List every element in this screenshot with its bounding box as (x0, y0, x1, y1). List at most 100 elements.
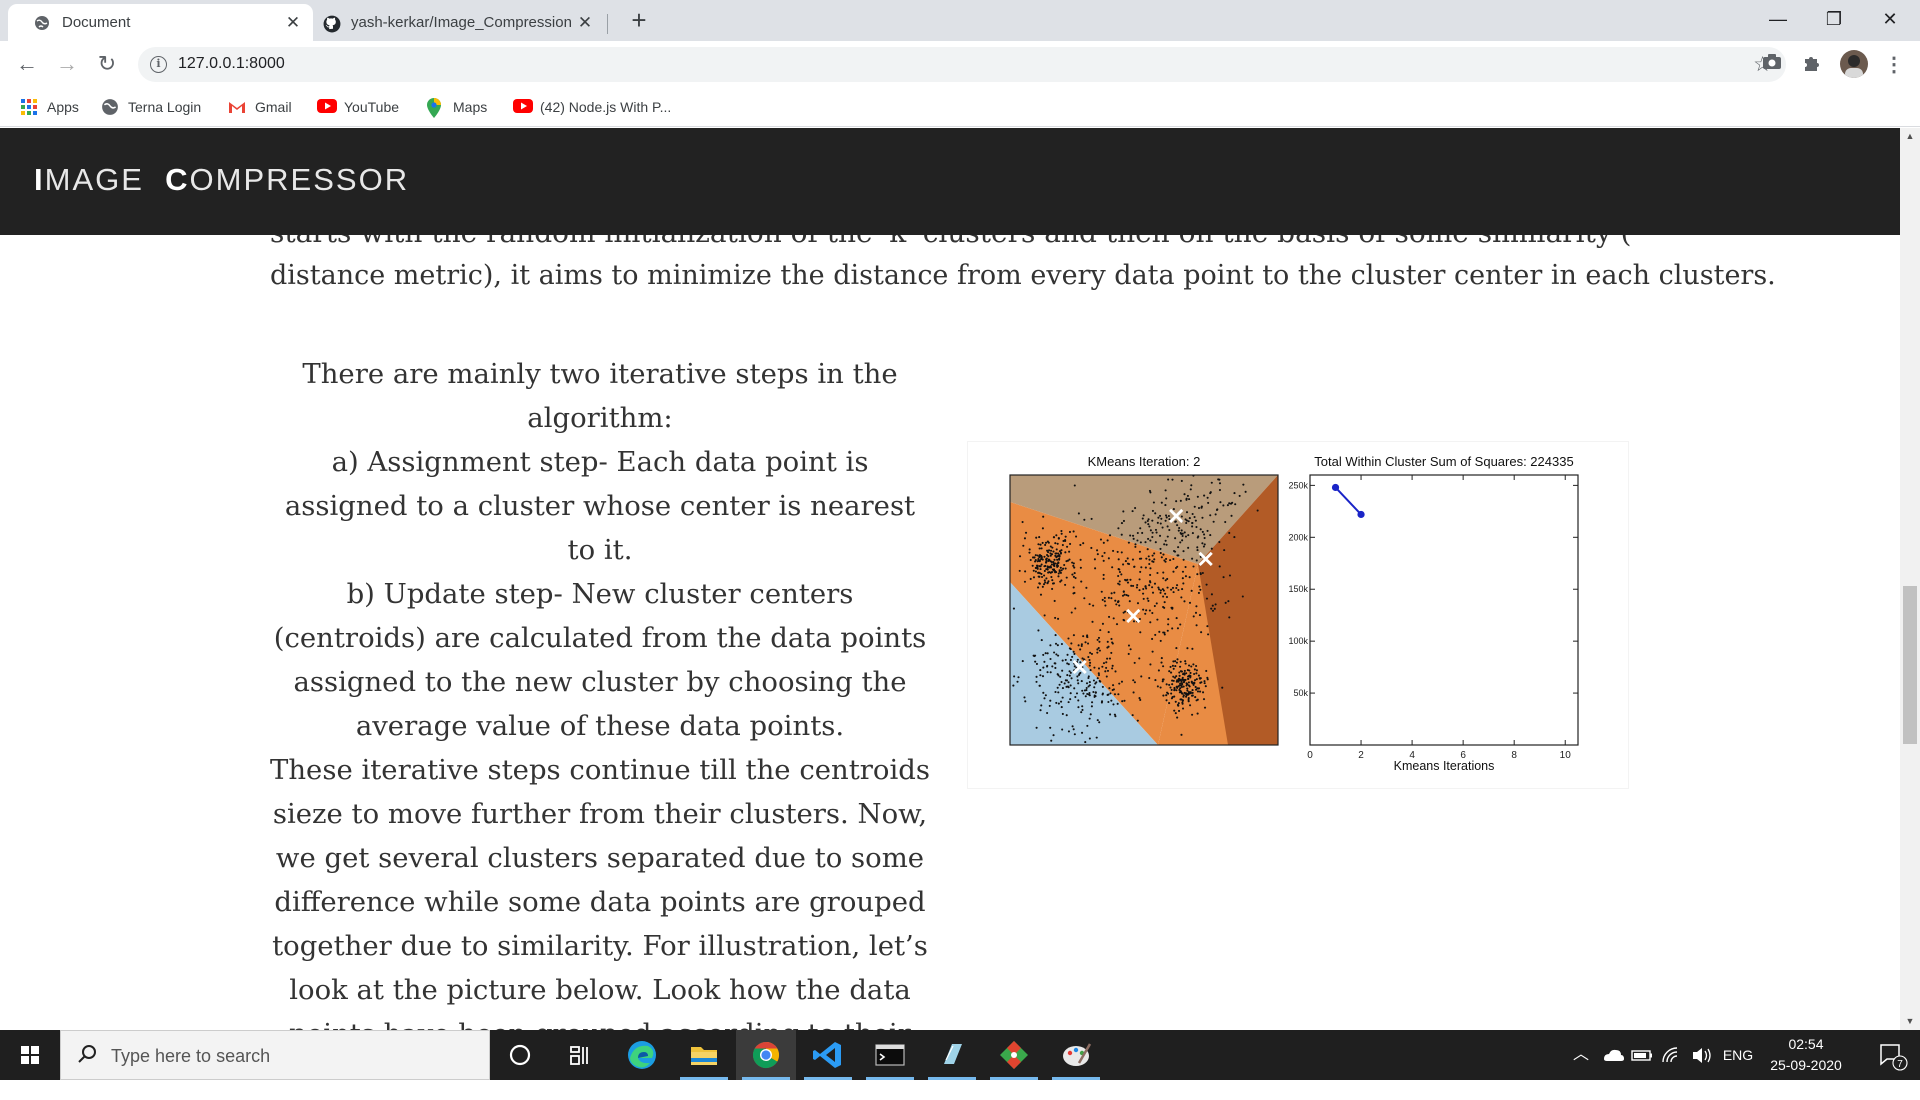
y-tick-label: 250k (1288, 480, 1308, 490)
wifi-icon[interactable] (1658, 1030, 1686, 1080)
bookmark-terna-login[interactable]: Terna Login (101, 96, 201, 118)
bookmark-apps[interactable]: Apps (20, 96, 79, 118)
camera-icon[interactable] (1760, 53, 1784, 77)
language-indicator[interactable]: ENG (1718, 1030, 1758, 1080)
terminal-icon[interactable] (860, 1030, 920, 1080)
tab-github[interactable]: yash-kerkar/Image_Compression ✕ (305, 4, 605, 41)
data-point (1097, 672, 1100, 675)
tab-close-icon[interactable]: ✕ (575, 13, 595, 33)
youtube-icon (513, 98, 533, 116)
data-point (1171, 627, 1174, 630)
data-point (1117, 574, 1120, 578)
logo-first-initial: I (34, 162, 45, 197)
data-point (1180, 670, 1183, 673)
address-bar[interactable]: i 127.0.0.1:8000 ☆ (138, 47, 1786, 82)
chrome-menu-icon[interactable]: ⋮ (1882, 53, 1906, 77)
data-point (1181, 570, 1185, 573)
data-point (1206, 529, 1209, 532)
profile-avatar[interactable] (1840, 50, 1868, 78)
data-point (1166, 691, 1169, 694)
system-clock[interactable]: 02:54 25-09-2020 (1758, 1034, 1854, 1076)
youtube-icon (317, 98, 337, 116)
data-point (1144, 541, 1147, 544)
data-point (1136, 719, 1139, 722)
bookmark-youtube[interactable]: YouTube (317, 96, 399, 118)
data-point (1054, 542, 1057, 545)
search-placeholder[interactable]: Type here to search (111, 1046, 270, 1067)
data-point (1177, 554, 1180, 557)
data-point (1242, 483, 1245, 486)
data-point (1056, 564, 1059, 567)
data-point (1170, 688, 1173, 691)
data-point (1170, 671, 1173, 674)
paint-icon[interactable] (1046, 1030, 1106, 1080)
file-explorer-icon[interactable] (674, 1030, 734, 1080)
data-point (1229, 502, 1233, 505)
show-hidden-icons-chevron-icon[interactable]: ︿ (1568, 1030, 1594, 1080)
tab-close-icon[interactable]: ✕ (283, 13, 303, 33)
data-point (1184, 535, 1188, 538)
bookmark-maps[interactable]: Maps (426, 96, 487, 118)
data-point (1191, 691, 1194, 694)
edge-icon[interactable] (612, 1030, 672, 1080)
data-point (1102, 577, 1105, 580)
data-point (1151, 519, 1154, 522)
data-point (1133, 565, 1136, 568)
site-logo[interactable]: IMAGE COMPRESSOR (34, 162, 409, 198)
bookmark-nodejs-video[interactable]: (42) Node.js With P... (513, 96, 671, 118)
data-point (1173, 676, 1177, 679)
volume-icon[interactable] (1688, 1030, 1716, 1080)
restore-button[interactable]: ❐ (1806, 0, 1862, 38)
git-icon[interactable] (984, 1030, 1044, 1080)
url-text[interactable]: 127.0.0.1:8000 (178, 55, 285, 73)
task-view-icon[interactable] (550, 1030, 610, 1080)
data-point (1065, 576, 1068, 579)
notepad-icon[interactable] (922, 1030, 982, 1080)
cortana-icon[interactable] (490, 1030, 550, 1080)
data-point (1171, 683, 1174, 686)
voronoi-regions: × × × × (1010, 475, 1278, 745)
data-point (1193, 505, 1196, 508)
data-point (1043, 697, 1046, 700)
onedrive-cloud-icon[interactable] (1598, 1030, 1628, 1080)
new-tab-button[interactable]: + (624, 6, 654, 36)
chrome-icon[interactable] (736, 1030, 796, 1080)
close-window-button[interactable]: ✕ (1862, 0, 1918, 38)
data-point (1045, 577, 1048, 580)
data-point (1101, 598, 1104, 601)
data-point (1077, 706, 1080, 709)
forward-arrow-icon[interactable]: → (51, 49, 83, 81)
scroll-up-arrow-icon[interactable]: ▲ (1900, 128, 1920, 145)
minimize-button[interactable]: — (1750, 0, 1806, 38)
data-point (1080, 643, 1083, 646)
tab-document[interactable]: Document ✕ (8, 4, 313, 41)
data-point (1073, 566, 1076, 569)
data-point (1016, 680, 1019, 683)
data-point (1199, 588, 1202, 591)
data-point (1077, 682, 1080, 685)
data-point (1029, 577, 1032, 580)
extensions-puzzle-icon[interactable] (1800, 53, 1824, 77)
data-point (1071, 725, 1074, 728)
site-info-icon[interactable]: i (150, 56, 167, 73)
data-point (1164, 539, 1167, 542)
data-point (1057, 702, 1060, 705)
taskbar-search-box[interactable]: Type here to search (60, 1030, 490, 1080)
centroid-marker: × (1166, 502, 1186, 530)
bookmark-gmail[interactable]: Gmail (228, 96, 292, 118)
vscode-icon[interactable] (798, 1030, 858, 1080)
action-center-icon[interactable]: 7 (1866, 1030, 1916, 1080)
page-scrollbar[interactable]: ▲ ▼ (1900, 128, 1920, 1030)
scroll-down-arrow-icon[interactable]: ▼ (1900, 1013, 1920, 1030)
windows-start-icon[interactable] (0, 1030, 60, 1080)
reload-icon[interactable]: ↻ (91, 49, 123, 81)
scroll-thumb[interactable] (1903, 586, 1917, 744)
back-arrow-icon[interactable]: ← (11, 49, 43, 81)
data-point (1132, 679, 1135, 682)
data-point (1218, 540, 1221, 544)
data-point (1178, 671, 1181, 674)
data-point (1151, 535, 1154, 539)
battery-icon[interactable] (1628, 1030, 1656, 1080)
data-point (1139, 570, 1142, 573)
data-point (1165, 497, 1168, 500)
